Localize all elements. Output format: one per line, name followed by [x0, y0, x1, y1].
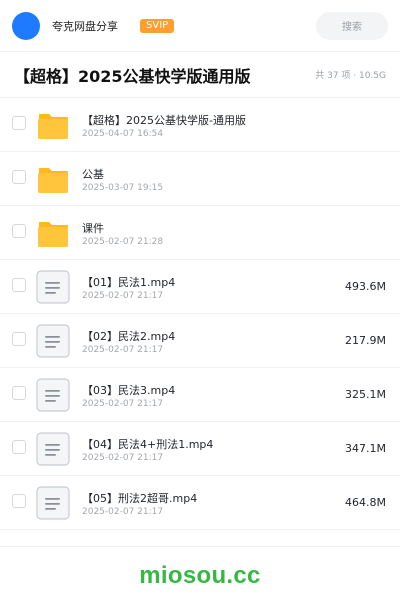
- list-item[interactable]: 【05】刑法2超哥.mp4 2025-02-07 21:17 464.8M: [0, 476, 400, 530]
- file-size: 493.6M: [345, 280, 386, 293]
- item-count-summary: 共 37 项 · 10.5G: [315, 71, 386, 81]
- list-item[interactable]: 公基 2025-03-07 19:15: [0, 152, 400, 206]
- checkbox[interactable]: [12, 440, 26, 454]
- checkbox[interactable]: [12, 332, 26, 346]
- file-date: 2025-03-07 19:15: [82, 183, 164, 193]
- checkbox[interactable]: [12, 386, 26, 400]
- search-placeholder: 搜索: [342, 22, 362, 33]
- file-name: 【04】民法4+刑法1.mp4: [82, 438, 214, 451]
- file-size: 464.8M: [345, 496, 386, 509]
- folder-icon: [38, 222, 68, 247]
- header-bar: 夸克网盘分享 SVIP 搜索: [0, 0, 400, 52]
- file-size: 325.1M: [345, 388, 386, 401]
- checkbox[interactable]: [12, 494, 26, 508]
- document-icon: [36, 324, 70, 358]
- document-icon: [36, 270, 70, 304]
- file-name: 【02】民法2.mp4: [82, 330, 176, 343]
- search-input[interactable]: 搜索: [316, 11, 388, 40]
- file-date: 2025-02-07 21:17: [82, 291, 164, 301]
- svip-badge: SVIP: [140, 18, 175, 33]
- document-icon: [36, 378, 70, 412]
- file-list: 【超格】2025公基快学版-通用版 2025-04-07 16:54 公基 20…: [0, 98, 400, 530]
- checkbox[interactable]: [12, 170, 26, 184]
- checkbox[interactable]: [12, 224, 26, 238]
- file-size: 347.1M: [345, 442, 386, 455]
- checkbox[interactable]: [12, 278, 26, 292]
- file-name: 课件: [82, 222, 104, 235]
- list-item[interactable]: 【超格】2025公基快学版-通用版 2025-04-07 16:54: [0, 98, 400, 152]
- file-date: 2025-02-07 21:17: [82, 507, 164, 517]
- list-item[interactable]: 【02】民法2.mp4 2025-02-07 21:17 217.9M: [0, 314, 400, 368]
- avatar[interactable]: [12, 11, 40, 40]
- file-date: 2025-02-07 21:17: [82, 345, 164, 355]
- footer-divider: [0, 546, 400, 547]
- document-icon: [36, 432, 70, 466]
- folder-icon: [38, 114, 68, 139]
- file-date: 2025-02-07 21:28: [82, 237, 164, 247]
- file-size: 217.9M: [345, 334, 386, 347]
- title-bar: 【超格】2025公基快学版通用版 共 37 项 · 10.5G: [0, 52, 400, 98]
- file-name: 【03】民法3.mp4: [82, 384, 176, 397]
- file-name: 【超格】2025公基快学版-通用版: [82, 114, 246, 127]
- watermark-text: miosou.cc: [139, 562, 261, 589]
- file-name: 【01】民法1.mp4: [82, 276, 176, 289]
- file-date: 2025-02-07 21:17: [82, 399, 164, 409]
- file-date: 2025-04-07 16:54: [82, 129, 164, 139]
- document-icon: [36, 486, 70, 520]
- list-item[interactable]: 课件 2025-02-07 21:28: [0, 206, 400, 260]
- list-item[interactable]: 【04】民法4+刑法1.mp4 2025-02-07 21:17 347.1M: [0, 422, 400, 476]
- user-name: 夸克网盘分享: [52, 19, 118, 33]
- file-name: 公基: [82, 168, 104, 181]
- list-item[interactable]: 【01】民法1.mp4 2025-02-07 21:17 493.6M: [0, 260, 400, 314]
- checkbox[interactable]: [12, 116, 26, 130]
- folder-icon: [38, 168, 68, 193]
- file-name: 【05】刑法2超哥.mp4: [82, 492, 198, 505]
- file-date: 2025-02-07 21:17: [82, 453, 164, 463]
- page-title: 【超格】2025公基快学版通用版: [14, 66, 251, 86]
- list-item[interactable]: 【03】民法3.mp4 2025-02-07 21:17 325.1M: [0, 368, 400, 422]
